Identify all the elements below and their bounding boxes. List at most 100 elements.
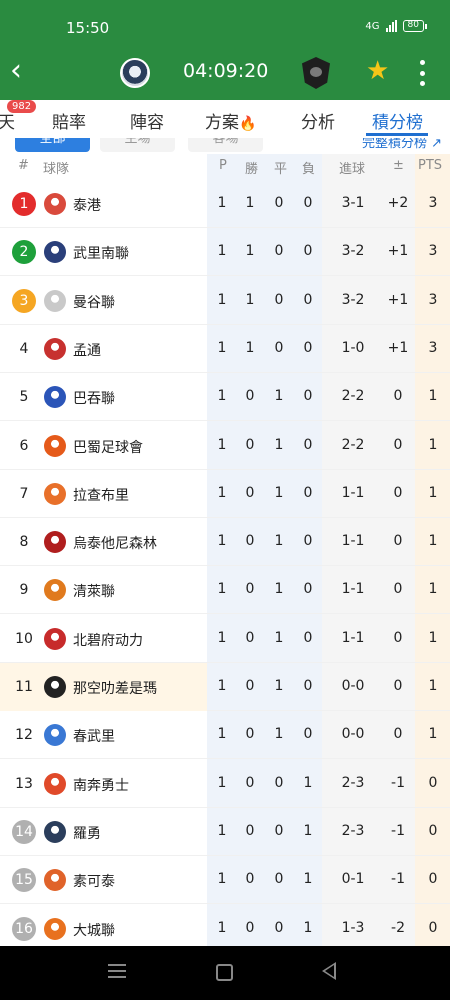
table-row[interactable]: 15 素可泰 1 0 0 1 0-1 -1 0 — [0, 856, 450, 905]
team-cell: 14 羅勇 — [0, 808, 207, 856]
rank-badge: 9 — [19, 582, 29, 599]
club-logo-icon — [44, 337, 66, 360]
back-nav-icon[interactable] — [322, 962, 336, 980]
goal-diff-value: +1 — [387, 291, 409, 308]
rank-badge: 1 — [12, 192, 36, 216]
table-row[interactable]: 14 羅勇 1 0 0 1 2-3 -1 0 — [0, 808, 450, 856]
tab-plans[interactable]: 方案🔥 — [205, 108, 256, 133]
points-value: 3 — [428, 339, 438, 356]
filter-home-button[interactable]: 主場 — [100, 138, 175, 152]
wins-value: 0 — [245, 822, 255, 839]
points-value: 0 — [428, 871, 438, 888]
tab-standings[interactable]: 積分榜 — [372, 108, 423, 133]
table-row[interactable]: 11 那空叻差是瑪 1 0 1 0 0-0 0 1 — [0, 663, 450, 711]
wins-value: 0 — [245, 678, 255, 694]
draws-value: 0 — [274, 822, 284, 839]
team-name: 烏泰他尼森林 — [73, 536, 157, 553]
wins-value: 0 — [245, 629, 255, 646]
club-logo-icon — [44, 482, 66, 505]
played-value: 1 — [217, 678, 227, 694]
full-table-link[interactable]: 完整積分榜 ↗ — [362, 138, 442, 151]
team-cell: 12 春武里 — [0, 711, 207, 759]
team-cell: 8 烏泰他尼森林 — [0, 518, 207, 566]
home-team-logo[interactable] — [120, 58, 150, 88]
goals-value: 3-2 — [341, 291, 365, 308]
points-value: 3 — [428, 291, 438, 308]
played-value: 1 — [217, 726, 227, 743]
club-logo-icon — [44, 627, 66, 650]
favorite-star-icon[interactable]: ★ — [366, 56, 389, 86]
more-options-icon[interactable] — [412, 58, 432, 88]
draws-value: 1 — [274, 484, 284, 501]
goal-diff-value: +2 — [387, 195, 409, 211]
goals-value: 2-2 — [341, 388, 365, 405]
wins-value: 0 — [245, 871, 255, 888]
club-logo-icon — [44, 241, 66, 264]
table-row[interactable]: 6 巴蜀足球會 1 0 1 0 2-2 0 1 — [0, 422, 450, 470]
team-cell: 6 巴蜀足球會 — [0, 422, 207, 470]
played-value: 1 — [217, 291, 227, 308]
losses-value: 1 — [303, 919, 313, 936]
table-row[interactable]: 1 泰港 1 1 0 0 3-1 +2 3 — [0, 180, 450, 228]
table-row[interactable]: 9 清萊聯 1 0 1 0 1-1 0 1 — [0, 566, 450, 615]
signal-icon — [385, 20, 397, 32]
points-value: 1 — [428, 629, 438, 646]
tab-lineup[interactable]: 陣容 — [130, 108, 164, 133]
back-button[interactable]: ‹ — [10, 56, 38, 86]
recent-apps-icon[interactable] — [108, 964, 126, 980]
away-team-logo[interactable] — [302, 57, 330, 89]
team-cell: 10 北碧府动力 — [0, 615, 207, 663]
club-logo-icon — [44, 772, 66, 795]
club-logo-icon — [44, 193, 66, 215]
played-value: 1 — [217, 871, 227, 888]
goals-value: 1-1 — [341, 581, 365, 598]
goals-value: 1-1 — [341, 629, 365, 646]
table-row[interactable]: 3 曼谷聯 1 1 0 0 3-2 +1 3 — [0, 277, 450, 325]
club-logo-icon — [44, 579, 66, 602]
wins-value: 0 — [245, 388, 255, 405]
filter-away-button[interactable]: 客場 — [188, 138, 263, 152]
draws-value: 1 — [274, 726, 284, 743]
match-header: 15:50 4G 80 ‹ 04:09:20 ★ — [0, 0, 450, 100]
table-row[interactable]: 13 南奔勇士 1 0 0 1 2-3 -1 0 — [0, 760, 450, 808]
table-row[interactable]: 16 大城聯 1 0 0 1 1-3 -2 0 — [0, 905, 450, 947]
tab-analysis[interactable]: 分析 — [301, 108, 335, 133]
points-value: 1 — [428, 581, 438, 598]
draws-value: 1 — [274, 629, 284, 646]
points-value: 0 — [428, 822, 438, 839]
filter-all-button[interactable]: 全部 — [15, 138, 90, 152]
team-name: 武里南聯 — [73, 246, 129, 263]
col-rank: # — [18, 158, 29, 173]
team-name: 春武里 — [73, 729, 115, 746]
team-name: 大城聯 — [73, 922, 115, 939]
goals-value: 1-1 — [341, 533, 365, 550]
table-row[interactable]: 5 巴吞聯 1 0 1 0 2-2 0 1 — [0, 373, 450, 422]
table-header: # 球隊 P 勝 平 負 進球 ± PTS — [0, 154, 450, 180]
goal-diff-value: -2 — [391, 919, 405, 936]
team-cell: 7 拉查布里 — [0, 470, 207, 518]
tab-odds[interactable]: 賠率 — [52, 108, 86, 133]
draws-value: 0 — [274, 919, 284, 936]
losses-value: 0 — [303, 243, 313, 260]
table-row[interactable]: 2 武里南聯 1 1 0 0 3-2 +1 3 — [0, 228, 450, 277]
team-cell: 13 南奔勇士 — [0, 760, 207, 808]
goal-diff-value: 0 — [393, 726, 403, 743]
col-goal-diff: ± — [393, 158, 404, 173]
table-row[interactable]: 10 北碧府动力 1 0 1 0 1-1 0 1 — [0, 615, 450, 663]
wins-value: 0 — [245, 436, 255, 453]
table-row[interactable]: 4 孟通 1 1 0 0 1-0 +1 3 — [0, 325, 450, 373]
goals-value: 2-2 — [341, 436, 365, 453]
rank-badge: 12 — [15, 727, 33, 744]
club-logo-icon — [44, 531, 66, 554]
rank-badge: 2 — [12, 240, 36, 265]
rank-badge: 16 — [12, 916, 36, 941]
table-row[interactable]: 7 拉查布里 1 0 1 0 1-1 0 1 — [0, 470, 450, 518]
goal-diff-value: 0 — [393, 388, 403, 405]
home-icon[interactable] — [216, 964, 233, 981]
losses-value: 0 — [303, 291, 313, 308]
goal-diff-value: 0 — [393, 484, 403, 501]
table-row[interactable]: 8 烏泰他尼森林 1 0 1 0 1-1 0 1 — [0, 518, 450, 567]
losses-value: 1 — [303, 871, 313, 888]
table-row[interactable]: 12 春武里 1 0 1 0 0-0 0 1 — [0, 711, 450, 760]
points-value: 0 — [428, 774, 438, 791]
